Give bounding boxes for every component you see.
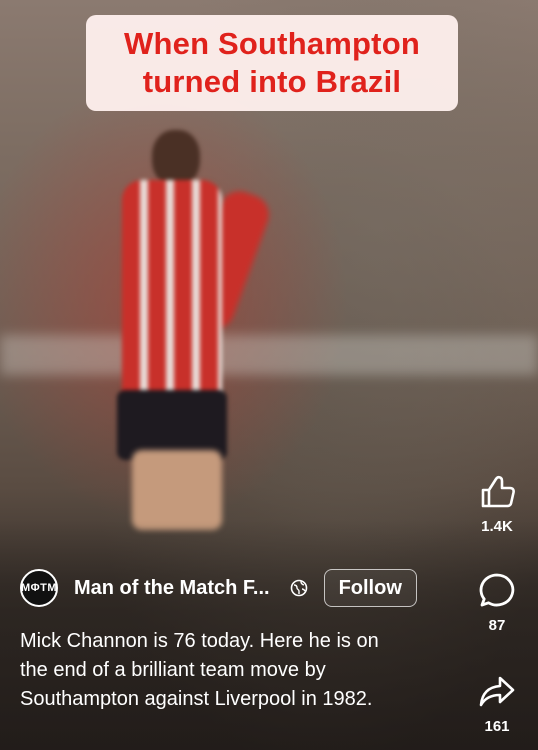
description-line-2: the end of a brilliant team move by [20, 659, 326, 681]
player-figure [112, 130, 275, 530]
comment-button[interactable]: 87 [474, 571, 520, 634]
share-icon [479, 676, 515, 707]
comment-count: 87 [488, 617, 506, 634]
channel-name[interactable]: Man of the Match F... [74, 577, 270, 600]
like-count: 1.4K [481, 518, 513, 535]
follow-button[interactable]: Follow [323, 569, 417, 607]
like-button[interactable]: 1.4K [474, 472, 520, 535]
video-caption: When Southampton turned into Brazil [86, 15, 458, 111]
description-line-3: Southampton against Liverpool in 1982. [20, 688, 373, 710]
comment-icon [479, 573, 515, 607]
post-description[interactable]: Mick Channon is 76 today. Here he is on … [20, 627, 440, 714]
avatar[interactable]: MΦTM [20, 569, 58, 607]
share-button[interactable]: 161 [474, 672, 520, 735]
caption-line-2: turned into Brazil [142, 64, 402, 99]
description-line-1: Mick Channon is 76 today. Here he is on [20, 630, 379, 652]
share-count: 161 [484, 718, 510, 735]
caption-line-1: When Southampton [124, 26, 420, 61]
background-stands [0, 335, 538, 375]
thumbs-up-icon [481, 475, 515, 508]
globe-icon [290, 579, 307, 597]
channel-row: MΦTM Man of the Match F... Follow [20, 569, 417, 607]
